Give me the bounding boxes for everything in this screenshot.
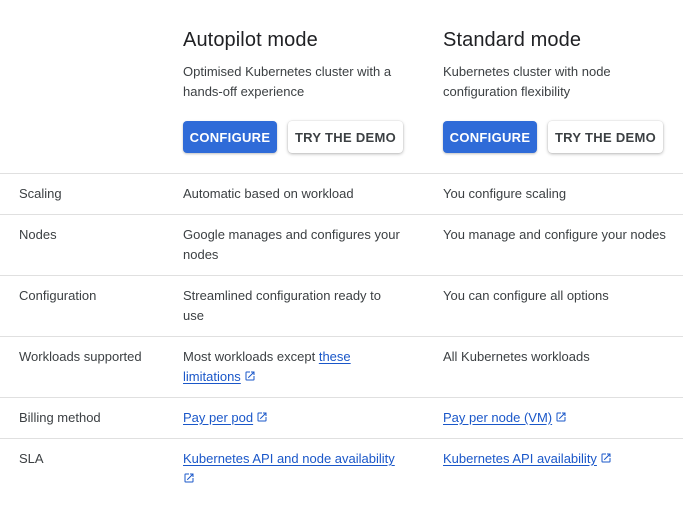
- row-label: Scaling: [19, 186, 62, 201]
- standard-cell: Kubernetes API availability: [443, 449, 673, 469]
- open-in-new-icon: [556, 412, 566, 422]
- standard-cell: Pay per node (VM): [443, 408, 673, 428]
- table-row-workloads: Workloads supported Most workloads excep…: [0, 336, 683, 397]
- pay-per-node-link[interactable]: Pay per node (VM): [443, 410, 552, 425]
- standard-cell: You configure scaling: [443, 186, 567, 201]
- standard-column-header: Standard mode Kubernetes cluster with no…: [443, 28, 683, 153]
- open-in-new-icon: [184, 473, 194, 483]
- row-label: Nodes: [19, 227, 57, 242]
- standard-cell: You can configure all options: [443, 288, 609, 303]
- autopilot-cell: Most workloads except these limitations: [183, 347, 383, 387]
- table-row-billing: Billing method Pay per pod Pay per node …: [0, 397, 683, 438]
- standard-title: Standard mode: [443, 29, 582, 51]
- pay-per-pod-link[interactable]: Pay per pod: [183, 410, 253, 425]
- row-label: Configuration: [19, 288, 97, 303]
- standard-configure-button[interactable]: CONFIGURE: [443, 121, 537, 153]
- api-availability-link[interactable]: Kubernetes API availability: [443, 451, 597, 466]
- table-row-nodes: Nodes Google manages and configures your…: [0, 214, 683, 275]
- open-in-new-icon: [601, 453, 611, 463]
- api-node-availability-link[interactable]: Kubernetes API and node availability: [183, 451, 395, 466]
- open-in-new-icon: [257, 412, 267, 422]
- open-in-new-icon: [245, 371, 255, 381]
- autopilot-cell: Kubernetes API and node availability: [183, 449, 403, 489]
- standard-cell: You manage and configure your nodes: [443, 227, 666, 242]
- autopilot-description: Optimised Kubernetes cluster with a hand…: [183, 64, 392, 99]
- row-label: Billing method: [19, 410, 101, 425]
- autopilot-cell: Google manages and configures your nodes: [183, 227, 400, 262]
- row-label: Workloads supported: [19, 349, 142, 364]
- standard-description: Kubernetes cluster with node configurati…: [443, 64, 611, 99]
- autopilot-configure-button[interactable]: CONFIGURE: [183, 121, 277, 153]
- workloads-prefix-text: Most workloads except: [183, 349, 319, 364]
- autopilot-cell: Pay per pod: [183, 408, 408, 428]
- autopilot-title: Autopilot mode: [183, 29, 318, 51]
- row-label: SLA: [19, 451, 44, 466]
- autopilot-actions: CONFIGURE TRY THE DEMO: [183, 121, 403, 153]
- autopilot-try-demo-button[interactable]: TRY THE DEMO: [288, 121, 403, 153]
- comparison-table: Scaling Automatic based on workload You …: [0, 173, 683, 499]
- table-row-scaling: Scaling Automatic based on workload You …: [0, 173, 683, 214]
- gke-mode-comparison: Autopilot mode Optimised Kubernetes clus…: [0, 0, 683, 506]
- autopilot-cell: Streamlined configuration ready to use: [183, 288, 382, 323]
- standard-try-demo-button[interactable]: TRY THE DEMO: [548, 121, 663, 153]
- standard-cell: All Kubernetes workloads: [443, 349, 590, 364]
- standard-actions: CONFIGURE TRY THE DEMO: [443, 121, 663, 153]
- autopilot-cell: Automatic based on workload: [183, 186, 354, 201]
- table-row-sla: SLA Kubernetes API and node availability…: [0, 438, 683, 499]
- autopilot-column-header: Autopilot mode Optimised Kubernetes clus…: [183, 28, 423, 153]
- table-row-configuration: Configuration Streamlined configuration …: [0, 275, 683, 336]
